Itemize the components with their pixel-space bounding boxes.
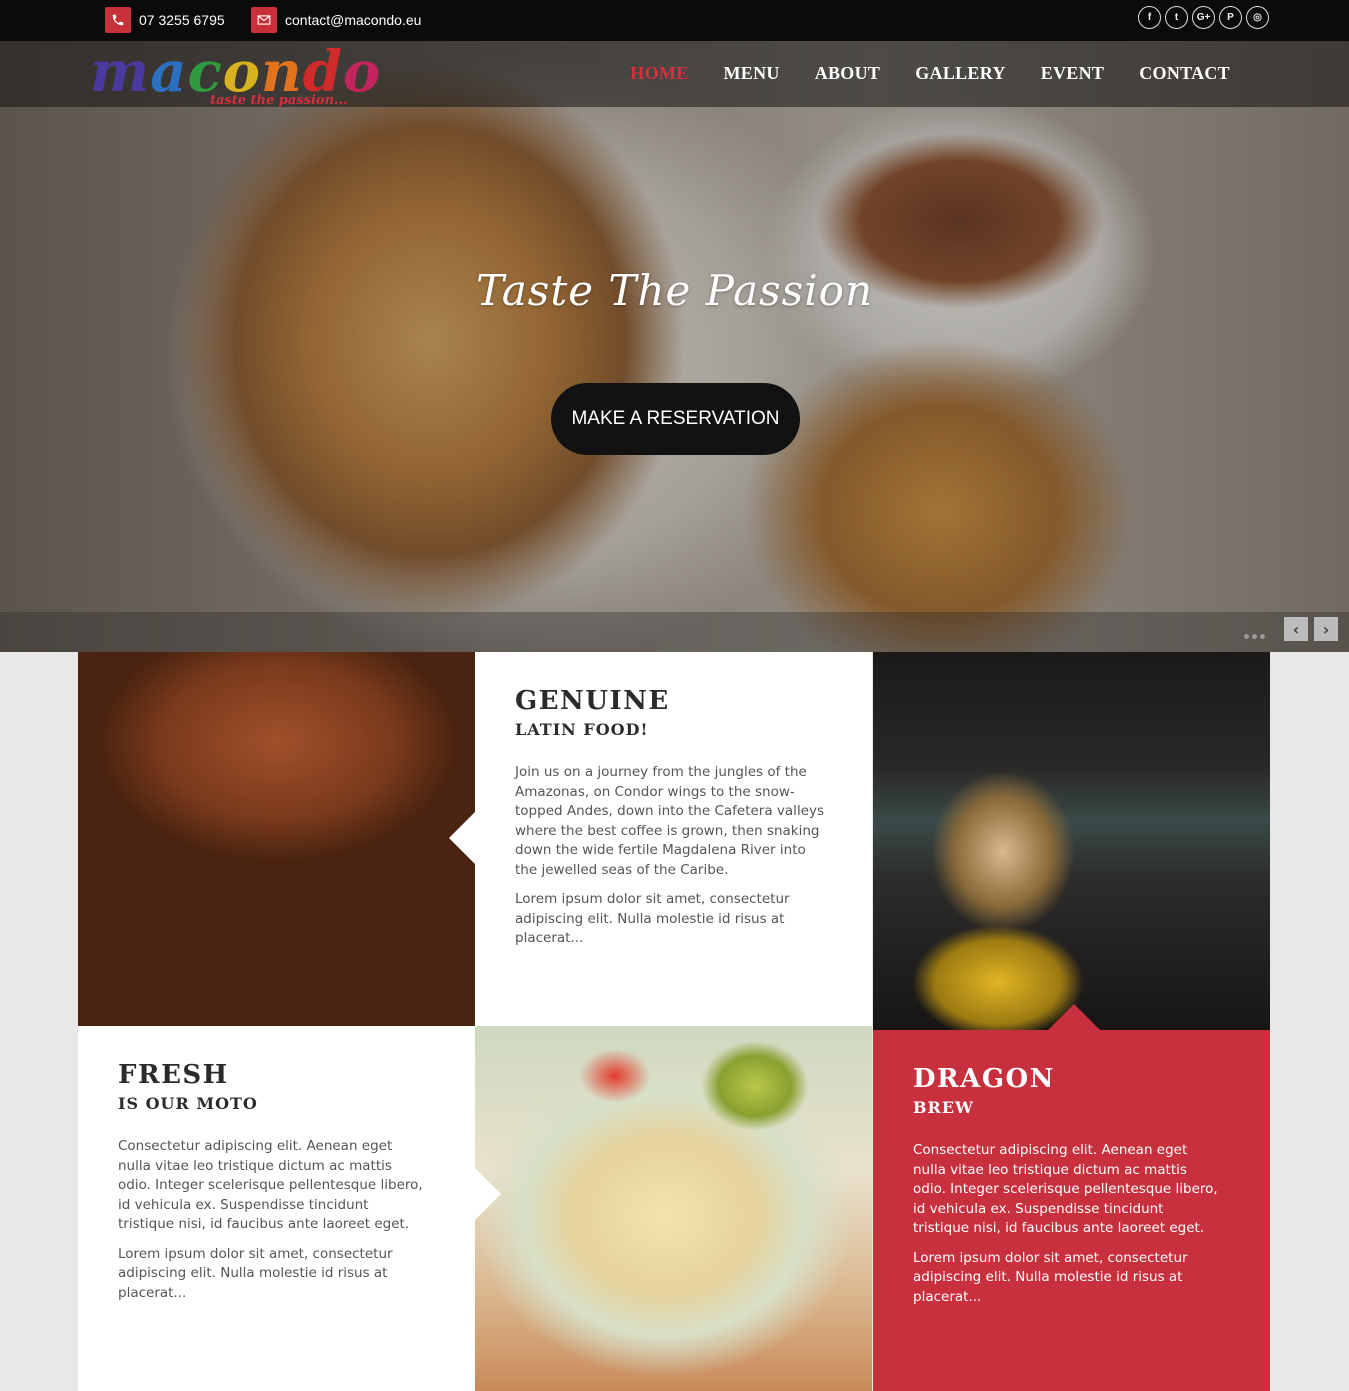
burger-image <box>78 652 475 1026</box>
hero-slider: macondo taste the passion... HOME MENU A… <box>0 41 1349 652</box>
google-plus-icon[interactable]: G+ <box>1192 6 1215 29</box>
nav-item-menu[interactable]: MENU <box>724 63 780 84</box>
top-contact-bar: 07 3255 6795 contact@macondo.eu f t G+ P… <box>0 0 1349 41</box>
fresh-dish-image <box>475 1026 872 1391</box>
nav-item-home[interactable]: HOME <box>630 63 688 84</box>
nav-item-gallery[interactable]: GALLERY <box>915 63 1005 84</box>
slider-dots <box>1244 634 1265 639</box>
facebook-icon[interactable]: f <box>1138 6 1161 29</box>
main-menu: HOME MENU ABOUT GALLERY EVENT CONTACT <box>630 63 1230 84</box>
main-navbar: macondo taste the passion... HOME MENU A… <box>0 41 1349 108</box>
card-text: Join us on a journey from the jungles of… <box>515 764 825 878</box>
genuine-latin-food-card: GENUINE LATIN FOOD! Join us on a journey… <box>475 652 872 1026</box>
slider-next-button[interactable]: › <box>1314 617 1338 641</box>
email-address: contact@macondo.eu <box>285 12 422 28</box>
card-pointer <box>475 1168 501 1220</box>
slider-dot[interactable] <box>1244 634 1249 639</box>
card-text: Lorem ipsum dolor sit amet, consectetur … <box>913 1249 1188 1305</box>
slider-dot[interactable] <box>1260 634 1265 639</box>
nav-item-about[interactable]: ABOUT <box>815 63 881 84</box>
card-text: Lorem ipsum dolor sit amet, consectetur … <box>515 891 790 946</box>
card-text: Lorem ipsum dolor sit amet, consectetur … <box>118 1245 393 1301</box>
slider-prev-button[interactable]: ‹ <box>1284 617 1308 641</box>
coffee-brewer-image <box>873 652 1270 1030</box>
social-links: f t G+ P ◎ <box>1138 6 1269 29</box>
fresh-card: FRESH IS OUR MOTO Consectetur adipiscing… <box>78 1026 475 1391</box>
phone-icon <box>105 7 131 33</box>
card-text: Consectetur adipiscing elit. Aenean eget… <box>118 1138 423 1232</box>
dragon-brew-card: DRAGON BREW Consectetur adipiscing elit.… <box>873 1030 1270 1391</box>
nav-item-event[interactable]: EVENT <box>1041 63 1105 84</box>
card-title: FRESH <box>118 1060 229 1090</box>
hero-image-overlay <box>0 41 1349 652</box>
slider-dot[interactable] <box>1252 634 1257 639</box>
card-pointer <box>449 812 475 864</box>
card-title: DRAGON <box>913 1064 1055 1094</box>
card-subtitle: IS OUR MOTO <box>118 1094 258 1113</box>
nav-item-contact[interactable]: CONTACT <box>1139 63 1230 84</box>
phone-number: 07 3255 6795 <box>139 12 225 28</box>
slider-control-bar <box>0 612 1349 652</box>
card-pointer <box>1048 1004 1100 1030</box>
card-title: GENUINE <box>515 686 670 716</box>
features-grid: GENUINE LATIN FOOD! Join us on a journey… <box>78 652 1270 1391</box>
instagram-icon[interactable]: ◎ <box>1246 6 1269 29</box>
hero-title: Taste The Passion <box>476 266 873 315</box>
site-logo[interactable]: macondo taste the passion... <box>90 41 410 113</box>
make-reservation-button[interactable]: MAKE A RESERVATION <box>551 383 800 455</box>
twitter-icon[interactable]: t <box>1165 6 1188 29</box>
card-subtitle: BREW <box>913 1098 974 1117</box>
pinterest-icon[interactable]: P <box>1219 6 1242 29</box>
logo-tagline: taste the passion... <box>210 93 348 108</box>
card-subtitle: LATIN FOOD! <box>515 720 649 739</box>
email-contact[interactable]: contact@macondo.eu <box>251 7 421 33</box>
card-text: Consectetur adipiscing elit. Aenean eget… <box>913 1142 1218 1236</box>
envelope-icon <box>251 7 277 33</box>
phone-contact[interactable]: 07 3255 6795 <box>105 7 225 33</box>
